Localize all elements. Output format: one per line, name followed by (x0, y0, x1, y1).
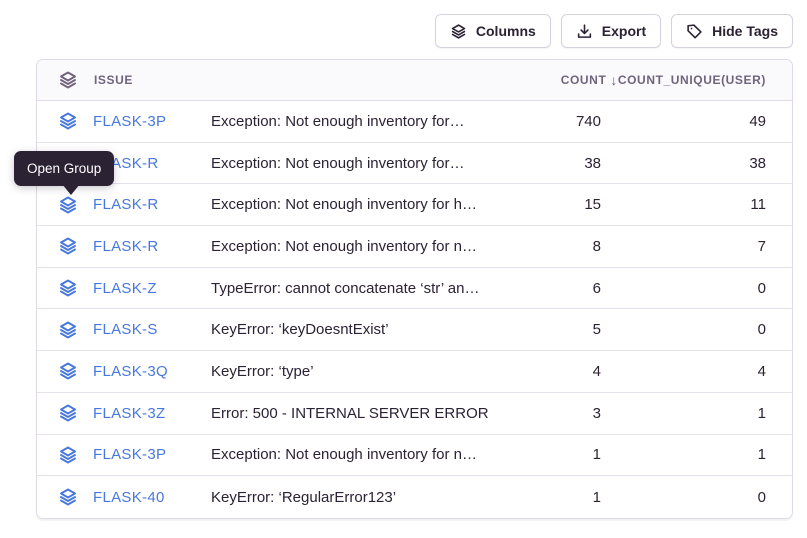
table-row[interactable]: FLASK-3Q KeyError: ‘type’ 4 4 (37, 351, 792, 393)
count-unique-value: 49 (601, 113, 766, 130)
issue-cell: FLASK-3Q (58, 361, 211, 381)
count-unique-value: 4 (601, 363, 766, 380)
issues-table: ISSUE COUNT ↓ COUNT_UNIQUE(USER) FLASK-3… (36, 59, 793, 519)
hide-tags-button-label: Hide Tags (712, 23, 778, 39)
layers-icon (450, 23, 467, 40)
issue-column-label: ISSUE (94, 73, 133, 87)
layers-icon (58, 70, 78, 90)
count-unique-value: 38 (601, 155, 766, 172)
layers-icon[interactable] (58, 195, 78, 215)
open-group-tooltip: Open Group (14, 151, 114, 186)
layers-icon[interactable] (58, 278, 78, 298)
column-header-issue: ISSUE (58, 70, 211, 90)
count-value: 38 (501, 155, 601, 172)
issue-cell: FLASK-3Z (58, 403, 211, 423)
table-row[interactable]: FLASK-R Exception: Not enough inventory … (37, 226, 792, 268)
layers-icon[interactable] (58, 445, 78, 465)
export-button-label: Export (602, 23, 646, 39)
count-unique-value: 0 (601, 489, 766, 506)
issue-link[interactable]: FLASK-3Z (93, 405, 165, 422)
count-value: 8 (501, 238, 601, 255)
issue-link[interactable]: FLASK-R (93, 196, 158, 213)
count-unique-value: 11 (601, 196, 766, 213)
issue-link[interactable]: FLASK-Z (93, 280, 157, 297)
hide-tags-button[interactable]: Hide Tags (671, 14, 793, 48)
issue-title: KeyError: ‘keyDoesntExist’ (211, 321, 501, 338)
table-row[interactable]: FLASK-R Exception: Not enough inventory … (37, 184, 792, 226)
issue-cell: FLASK-S (58, 320, 211, 340)
issue-title: Exception: Not enough inventory for… (211, 113, 501, 130)
issue-cell: FLASK-R (58, 195, 211, 215)
count-value: 4 (501, 363, 601, 380)
issue-cell: FLASK-3P (58, 111, 211, 131)
count-unique-value: 0 (601, 280, 766, 297)
table-row[interactable]: FLASK-3Z Error: 500 - INTERNAL SERVER ER… (37, 393, 792, 435)
issue-link[interactable]: FLASK-40 (93, 489, 165, 506)
layers-icon[interactable] (58, 487, 78, 507)
table-body: FLASK-3P Exception: Not enough inventory… (37, 101, 792, 518)
column-header-count-unique[interactable]: COUNT_UNIQUE(USER) (601, 73, 766, 87)
page: Columns Export Hide Tags (0, 0, 807, 538)
issue-link[interactable]: FLASK-3Q (93, 363, 168, 380)
toolbar: Columns Export Hide Tags (0, 0, 807, 48)
layers-icon[interactable] (58, 320, 78, 340)
count-unique-value: 0 (601, 321, 766, 338)
count-value: 5 (501, 321, 601, 338)
issue-link[interactable]: FLASK-R (93, 238, 158, 255)
issue-cell: FLASK-Z (58, 278, 211, 298)
issue-title: Exception: Not enough inventory for… (211, 155, 501, 172)
tooltip-label: Open Group (27, 161, 101, 176)
download-icon (576, 23, 593, 40)
issue-cell: FLASK-R (58, 236, 211, 256)
table-row[interactable]: FLASK-3P Exception: Not enough inventory… (37, 435, 792, 477)
issue-cell: FLASK-40 (58, 487, 211, 507)
table-row[interactable]: FLASK-S KeyError: ‘keyDoesntExist’ 5 0 (37, 309, 792, 351)
count-unique-value: 1 (601, 405, 766, 422)
issue-link[interactable]: FLASK-3P (93, 446, 166, 463)
layers-icon[interactable] (58, 236, 78, 256)
layers-icon[interactable] (58, 403, 78, 423)
count-unique-value: 1 (601, 446, 766, 463)
issue-link[interactable]: FLASK-3P (93, 113, 166, 130)
count-value: 6 (501, 280, 601, 297)
columns-button[interactable]: Columns (435, 14, 551, 48)
count-value: 3 (501, 405, 601, 422)
issue-title: Error: 500 - INTERNAL SERVER ERROR (211, 405, 501, 422)
issue-title: KeyError: ‘type’ (211, 363, 501, 380)
table-row[interactable]: FLASK-Z TypeError: cannot concatenate ‘s… (37, 268, 792, 310)
issue-cell: FLASK-3P (58, 445, 211, 465)
count-value: 1 (501, 489, 601, 506)
issue-link[interactable]: FLASK-S (93, 321, 158, 338)
count-value: 740 (501, 113, 601, 130)
tooltip-caret (62, 184, 80, 195)
tag-icon (686, 23, 703, 40)
table-row[interactable]: FLASK-40 KeyError: ‘RegularError123’ 1 0 (37, 476, 792, 518)
issue-title: KeyError: ‘RegularError123’ (211, 489, 501, 506)
table-row[interactable]: FLASK-R Exception: Not enough inventory … (37, 143, 792, 185)
count-column-label: COUNT (561, 73, 607, 87)
table-row[interactable]: FLASK-3P Exception: Not enough inventory… (37, 101, 792, 143)
count-unique-value: 7 (601, 238, 766, 255)
issue-title: TypeError: cannot concatenate ‘str’ an… (211, 280, 501, 297)
issue-title: Exception: Not enough inventory for n… (211, 446, 501, 463)
issue-title: Exception: Not enough inventory for h… (211, 196, 501, 213)
export-button[interactable]: Export (561, 14, 661, 48)
issue-title: Exception: Not enough inventory for n… (211, 238, 501, 255)
table-header-row: ISSUE COUNT ↓ COUNT_UNIQUE(USER) (37, 60, 792, 101)
count-value: 1 (501, 446, 601, 463)
layers-icon[interactable] (58, 111, 78, 131)
layers-icon[interactable] (58, 361, 78, 381)
count-value: 15 (501, 196, 601, 213)
columns-button-label: Columns (476, 23, 536, 39)
column-header-count[interactable]: COUNT ↓ (501, 72, 601, 88)
